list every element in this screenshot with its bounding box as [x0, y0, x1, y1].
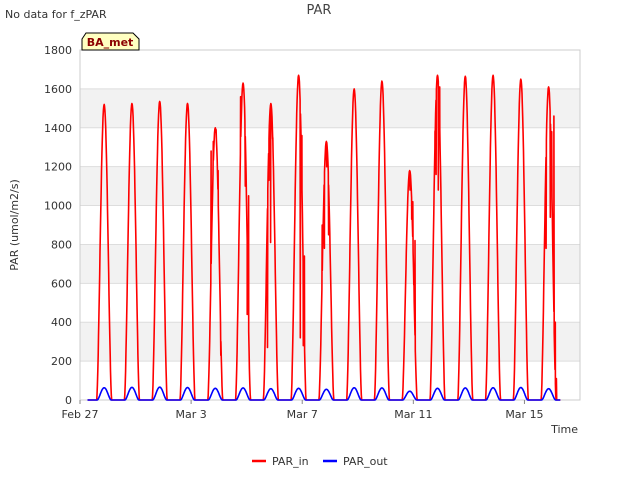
- y-tick-label: 800: [51, 238, 72, 251]
- y-tick-label: 1600: [44, 83, 72, 96]
- legend-label-par-out: PAR_out: [343, 455, 388, 468]
- y-tick-label: 1000: [44, 200, 72, 213]
- x-tick-label: Mar 11: [394, 408, 432, 421]
- par-chart: 0 200 400 600 800 1000 1200 1400 1600 1800 Feb 27…: [5, 3, 581, 468]
- band: [80, 88, 580, 128]
- y-tick-label: 1200: [44, 161, 72, 174]
- y-axis-label: PAR (umol/m2/s): [8, 179, 21, 271]
- y-tick-label: 400: [51, 316, 72, 329]
- legend-item-par-in: PAR_in: [252, 455, 309, 468]
- x-tick-label: Mar 7: [287, 408, 318, 421]
- legend: PAR_in PAR_out: [252, 455, 388, 468]
- legend-item-par-out: PAR_out: [323, 455, 388, 468]
- no-data-note: No data for f_zPAR: [5, 8, 107, 21]
- x-tick-label: Mar 3: [175, 408, 206, 421]
- y-tick-label: 1800: [44, 44, 72, 57]
- band: [80, 166, 580, 206]
- y-tick-label: 200: [51, 355, 72, 368]
- x-axis-ticks: Feb 27 Mar 3 Mar 7 Mar 11 Mar 15: [62, 400, 544, 421]
- x-tick-label: Mar 15: [505, 408, 543, 421]
- x-tick-label: Feb 27: [62, 408, 99, 421]
- y-axis-ticks: 0 200 400 600 800 1000 1200 1400 1600 1800: [44, 44, 72, 407]
- y-tick-label: 0: [65, 394, 72, 407]
- ba-met-badge: BA_met: [81, 32, 140, 51]
- badge-label: BA_met: [87, 36, 134, 49]
- x-axis-label: Time: [550, 423, 578, 436]
- y-tick-label: 600: [51, 277, 72, 290]
- band: [80, 50, 580, 89]
- legend-label-par-in: PAR_in: [272, 455, 309, 468]
- y-tick-label: 1400: [44, 122, 72, 135]
- chart-title: PAR: [307, 3, 332, 18]
- band: [80, 127, 580, 167]
